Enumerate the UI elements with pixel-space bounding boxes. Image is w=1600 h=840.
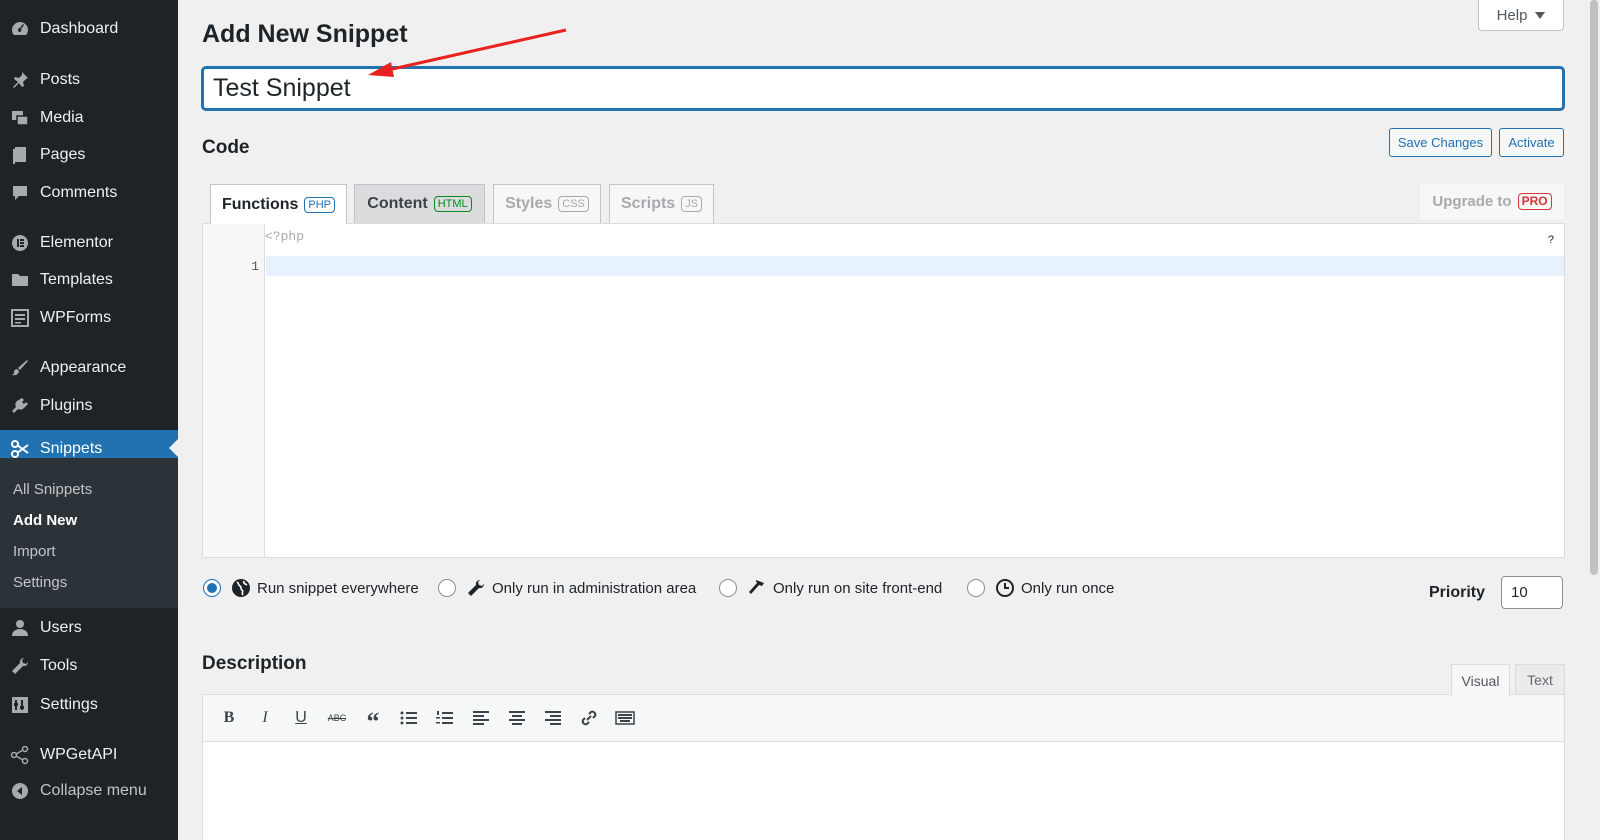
annotation-arrow — [368, 28, 567, 77]
tab-visual[interactable]: Visual — [1451, 664, 1510, 696]
tab-functions[interactable]: Functions PHP — [210, 184, 347, 224]
tab-label: Functions — [221, 195, 299, 213]
tab-badge: PHP — [304, 196, 336, 213]
